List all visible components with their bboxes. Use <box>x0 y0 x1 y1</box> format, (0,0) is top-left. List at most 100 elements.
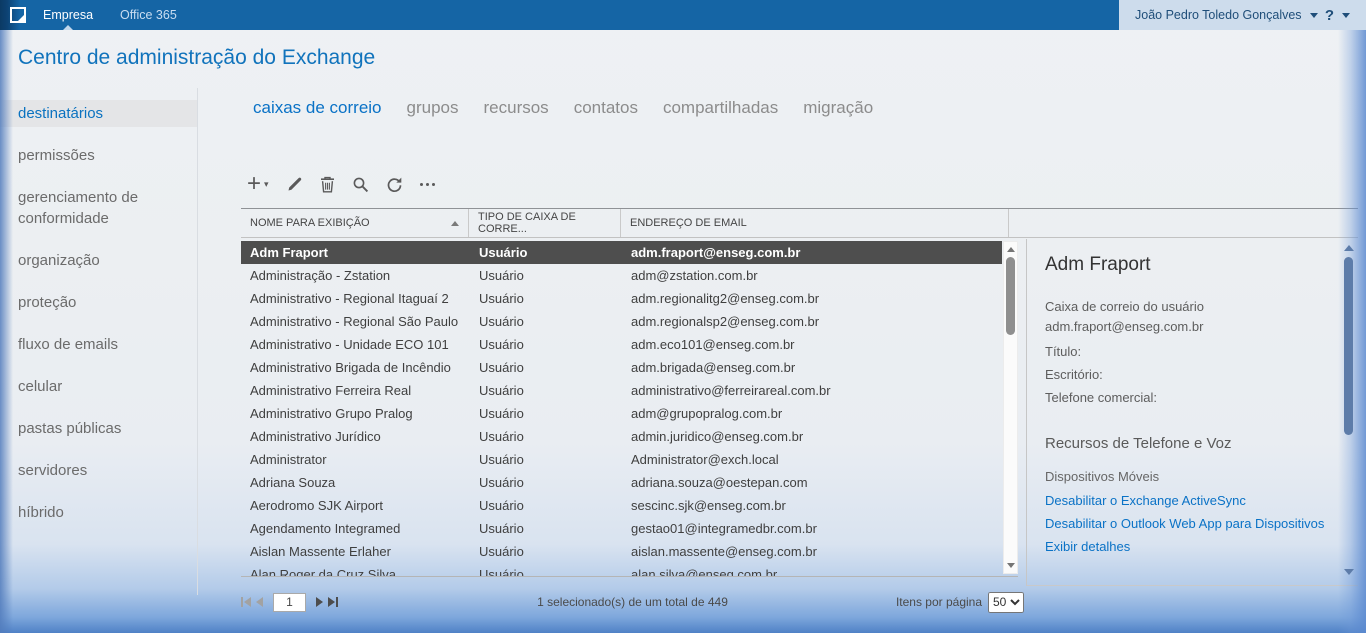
phone-voice-section-title: Recursos de Telefone e Voz <box>1045 435 1332 452</box>
table-row[interactable]: Alan Roger da Cruz SilvaUsuárioalan.silv… <box>241 563 1002 577</box>
details-title: Adm Fraport <box>1045 254 1332 276</box>
cell-email: adriana.souza@oestepan.com <box>621 475 1002 490</box>
details-email: adm.fraport@enseg.com.br <box>1045 317 1332 337</box>
table-row[interactable]: Administrativo JurídicoUsuárioadmin.juri… <box>241 425 1002 448</box>
previous-page-button[interactable] <box>256 597 263 607</box>
tab-recursos[interactable]: recursos <box>484 98 549 118</box>
details-link-desabilitar-o-outlook-web-app-para-dispo[interactable]: Desabilitar o Outlook Web App para Dispo… <box>1045 517 1332 530</box>
table-row[interactable]: Administrativo Brigada de IncêndioUsuári… <box>241 356 1002 379</box>
table-row[interactable]: Administração - ZstationUsuárioadm@zstat… <box>241 264 1002 287</box>
scroll-up-icon[interactable] <box>1344 245 1354 251</box>
column-header-label: NOME PARA EXIBIÇÃO <box>250 217 370 229</box>
cell-type: Usuário <box>469 452 621 467</box>
details-link-desabilitar-o-exchange-activesync[interactable]: Desabilitar o Exchange ActiveSync <box>1045 494 1332 507</box>
delete-icon <box>320 176 335 193</box>
sidebar-item-hibrido[interactable]: híbrido <box>0 499 197 526</box>
sidebar-item-organizacao[interactable]: organização <box>0 247 197 274</box>
table-row[interactable]: Administrativo - Regional Itaguaí 2Usuár… <box>241 287 1002 310</box>
cell-type: Usuário <box>469 475 621 490</box>
cell-type: Usuário <box>469 360 621 375</box>
cell-name: Administrativo Brigada de Incêndio <box>241 360 469 375</box>
column-header-email[interactable]: ENDEREÇO DE EMAIL <box>621 209 1009 237</box>
active-tab-indicator <box>63 25 73 30</box>
table-row[interactable]: Adriana SouzaUsuárioadriana.souza@oestep… <box>241 471 1002 494</box>
user-menu[interactable]: João Pedro Toledo Gonçalves <box>1135 8 1318 22</box>
table-row[interactable]: Aerodromo SJK AirportUsuáriosescinc.sjk@… <box>241 494 1002 517</box>
sidebar-item-destinatarios[interactable]: destinatários <box>0 100 197 127</box>
cell-name: Administração - Zstation <box>241 268 469 283</box>
details-field-titulo-: Título: <box>1045 344 1332 360</box>
sidebar-item-permissoes[interactable]: permissões <box>0 142 197 169</box>
table-row[interactable]: Aislan Massente ErlaherUsuárioaislan.mas… <box>241 540 1002 563</box>
table-row[interactable]: Adm FraportUsuárioadm.fraport@enseg.com.… <box>241 241 1002 264</box>
list-scrollbar[interactable] <box>1003 241 1018 574</box>
scroll-down-icon[interactable] <box>1344 569 1354 575</box>
mailbox-table: NOME PARA EXIBIÇÃO TIPO DE CAIXA DE CORR… <box>241 208 1358 578</box>
details-links: Desabilitar o Exchange ActiveSync Desabil… <box>1045 494 1332 553</box>
details-field-escritorio-: Escritório: <box>1045 367 1332 383</box>
scroll-up-icon[interactable] <box>1007 247 1015 252</box>
table-row[interactable]: Administrativo - Regional São PauloUsuár… <box>241 310 1002 333</box>
first-page-button[interactable] <box>241 597 251 607</box>
refresh-icon <box>386 176 403 193</box>
page-number-input[interactable] <box>273 593 306 612</box>
table-row[interactable]: Agendamento IntegramedUsuáriogestao01@in… <box>241 517 1002 540</box>
chevron-down-icon <box>1342 13 1350 18</box>
search-button[interactable] <box>352 176 369 193</box>
details-link-exibir-detalhes[interactable]: Exibir detalhes <box>1045 540 1332 553</box>
details-pane: Adm Fraport Caixa de correio do usuário … <box>1026 239 1358 586</box>
toolbar: +▾ <box>247 173 435 195</box>
list-scrollbar-thumb[interactable] <box>1006 257 1015 335</box>
topnav-item-empresa[interactable]: Empresa <box>43 0 93 30</box>
help-menu[interactable]: ? <box>1325 7 1350 24</box>
topbar-left: Empresa Office 365 <box>0 0 1119 30</box>
table-row[interactable]: Administrativo Grupo PralogUsuárioadm@gr… <box>241 402 1002 425</box>
sidebar-item-fluxo-de-emails[interactable]: fluxo de emails <box>0 331 197 358</box>
office-logo[interactable] <box>10 7 26 23</box>
refresh-button[interactable] <box>386 176 403 193</box>
sidebar-item-servidores[interactable]: servidores <box>0 457 197 484</box>
delete-button[interactable] <box>320 176 335 193</box>
next-page-button[interactable] <box>316 597 323 607</box>
cell-name: Adriana Souza <box>241 475 469 490</box>
details-scrollbar-thumb[interactable] <box>1344 257 1353 435</box>
table-row[interactable]: Administrativo - Unidade ECO 101Usuárioa… <box>241 333 1002 356</box>
scroll-down-icon[interactable] <box>1007 563 1015 568</box>
details-scrollbar[interactable] <box>1342 245 1355 575</box>
sidebar-item-pastas-publicas[interactable]: pastas públicas <box>0 415 197 442</box>
topbar: Empresa Office 365 João Pedro Toledo Gonç… <box>0 0 1366 30</box>
add-button[interactable]: +▾ <box>247 175 269 193</box>
table-row[interactable]: AdministratorUsuárioAdministrator@exch.l… <box>241 448 1002 471</box>
cell-name: Administrativo - Regional Itaguaí 2 <box>241 291 469 306</box>
topnav-item-office-365[interactable]: Office 365 <box>120 0 177 30</box>
sidebar-item-protecao[interactable]: proteção <box>0 289 197 316</box>
cell-name: Agendamento Integramed <box>241 521 469 536</box>
edit-button[interactable] <box>286 176 303 193</box>
more-icon <box>420 176 435 193</box>
mailbox-type-label: Caixa de correio do usuário <box>1045 297 1332 317</box>
cell-type: Usuário <box>469 291 621 306</box>
column-header-mailbox-type[interactable]: TIPO DE CAIXA DE CORRE... <box>469 209 621 237</box>
tab-compartilhadas[interactable]: compartilhadas <box>663 98 778 118</box>
main-content: caixas de correio grupos recursos contatos c… <box>199 88 1366 633</box>
tab-bar: caixas de correio grupos recursos contatos c… <box>253 98 873 118</box>
add-icon: +▾ <box>247 175 269 193</box>
sidebar-item-gerenciamento-de-conformidade[interactable]: gerenciamento de conformidade <box>0 184 197 232</box>
cell-email: adm.eco101@enseg.com.br <box>621 337 1002 352</box>
cell-email: admin.juridico@enseg.com.br <box>621 429 1002 444</box>
column-header-display-name[interactable]: NOME PARA EXIBIÇÃO <box>241 209 469 237</box>
sidebar-item-celular[interactable]: celular <box>0 373 197 400</box>
items-per-page: Itens por página 50 <box>896 592 1024 613</box>
cell-type: Usuário <box>469 544 621 559</box>
tab-caixas-de-correio[interactable]: caixas de correio <box>253 98 382 118</box>
table-row[interactable]: Administrativo Ferreira RealUsuárioadmin… <box>241 379 1002 402</box>
tab-migracao[interactable]: migração <box>803 98 873 118</box>
tab-contatos[interactable]: contatos <box>574 98 638 118</box>
more-button[interactable] <box>420 176 435 193</box>
cell-type: Usuário <box>469 406 621 421</box>
items-per-page-select[interactable]: 50 <box>988 592 1024 613</box>
tab-grupos[interactable]: grupos <box>407 98 459 118</box>
cell-name: Alan Roger da Cruz Silva <box>241 567 469 577</box>
last-page-button[interactable] <box>328 597 338 607</box>
cell-type: Usuário <box>469 245 621 260</box>
